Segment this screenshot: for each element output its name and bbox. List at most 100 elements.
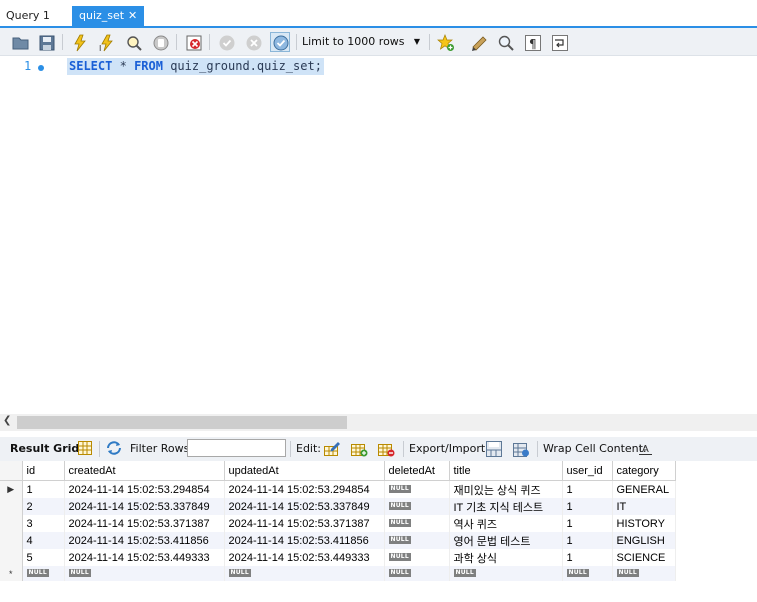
- new-row[interactable]: * NULL NULL NULL NULL NULL NULL NULL: [0, 566, 676, 581]
- editor-horizontal-scrollbar[interactable]: ❮: [0, 414, 757, 431]
- current-row-arrow-icon[interactable]: ▶: [0, 480, 23, 498]
- new-cell-category[interactable]: NULL: [612, 566, 676, 581]
- filter-rows-input[interactable]: [187, 439, 286, 457]
- cell-title[interactable]: IT 기초 지식 테스트: [449, 498, 563, 515]
- wrap-cell-icon[interactable]: IA: [638, 440, 656, 458]
- toolbar-separator: [296, 34, 297, 50]
- cell-user-id[interactable]: 1: [562, 549, 613, 566]
- row-marker[interactable]: [0, 498, 23, 515]
- cell-updatedat[interactable]: 2024-11-14 15:02:53.371387: [224, 515, 385, 532]
- new-cell-title[interactable]: NULL: [449, 566, 563, 581]
- svg-text:¶: ¶: [529, 37, 537, 51]
- column-header-deletedat[interactable]: deletedAt: [384, 461, 450, 481]
- column-header-id[interactable]: id: [22, 461, 65, 481]
- column-header-title[interactable]: title: [449, 461, 563, 481]
- cell-category[interactable]: HISTORY: [612, 515, 676, 532]
- cell-id[interactable]: 5: [22, 549, 65, 566]
- limit-rows-select[interactable]: Limit to 1000 rows ▼: [302, 34, 424, 50]
- column-header-updatedat[interactable]: updatedAt: [224, 461, 385, 481]
- cell-createdat[interactable]: 2024-11-14 15:02:53.449333: [64, 549, 225, 566]
- new-cell-deletedat[interactable]: NULL: [384, 566, 450, 581]
- execute-current-icon[interactable]: I: [96, 32, 116, 52]
- toggle-continue-icon[interactable]: [183, 32, 203, 52]
- edit-row-icon[interactable]: [323, 440, 341, 458]
- cell-deletedat[interactable]: NULL: [384, 480, 450, 498]
- cell-id[interactable]: 1: [22, 480, 65, 498]
- sql-query-text[interactable]: SELECT * FROM quiz_ground.quiz_set;: [67, 58, 324, 75]
- save-icon[interactable]: [36, 32, 56, 52]
- find-icon[interactable]: [495, 32, 515, 52]
- autocommit-icon[interactable]: [270, 32, 290, 52]
- cell-category[interactable]: ENGLISH: [612, 532, 676, 549]
- grid-icon[interactable]: [77, 440, 95, 458]
- cell-createdat[interactable]: 2024-11-14 15:02:53.294854: [64, 480, 225, 498]
- delete-row-icon[interactable]: [377, 440, 395, 458]
- cell-category[interactable]: IT: [612, 498, 676, 515]
- cell-updatedat[interactable]: 2024-11-14 15:02:53.294854: [224, 480, 385, 498]
- rollback-icon[interactable]: [243, 32, 263, 52]
- cell-user-id[interactable]: 1: [562, 532, 613, 549]
- tab-query-1[interactable]: Query 1: [0, 6, 56, 28]
- insert-row-icon[interactable]: [350, 440, 368, 458]
- cell-deletedat[interactable]: NULL: [384, 498, 450, 515]
- cell-id[interactable]: 3: [22, 515, 65, 532]
- commit-icon[interactable]: [216, 32, 236, 52]
- new-cell-createdat[interactable]: NULL: [64, 566, 225, 581]
- invisible-chars-icon[interactable]: ¶: [522, 32, 542, 52]
- column-header-createdat[interactable]: createdAt: [64, 461, 225, 481]
- import-icon[interactable]: [512, 440, 530, 458]
- table-row[interactable]: 4 2024-11-14 15:02:53.411856 2024-11-14 …: [0, 532, 676, 549]
- row-marker[interactable]: [0, 549, 23, 566]
- cell-updatedat[interactable]: 2024-11-14 15:02:53.449333: [224, 549, 385, 566]
- cell-id[interactable]: 2: [22, 498, 65, 515]
- cell-updatedat[interactable]: 2024-11-14 15:02:53.337849: [224, 498, 385, 515]
- row-marker[interactable]: [0, 515, 23, 532]
- new-cell-updatedat[interactable]: NULL: [224, 566, 385, 581]
- cell-createdat[interactable]: 2024-11-14 15:02:53.337849: [64, 498, 225, 515]
- null-badge: NULL: [388, 568, 411, 577]
- wrap-icon[interactable]: [549, 32, 569, 52]
- beautify-icon[interactable]: [469, 32, 489, 52]
- scroll-left-icon[interactable]: ❮: [3, 415, 11, 426]
- refresh-icon[interactable]: [106, 440, 124, 458]
- explain-icon[interactable]: [123, 32, 143, 52]
- result-grid: id createdAt updatedAt deletedAt title u…: [0, 461, 757, 602]
- table-row[interactable]: 3 2024-11-14 15:02:53.371387 2024-11-14 …: [0, 515, 676, 532]
- sql-editor[interactable]: 1 SELECT * FROM quiz_ground.quiz_set;: [0, 56, 757, 414]
- cell-deletedat[interactable]: NULL: [384, 549, 450, 566]
- execute-icon[interactable]: [69, 32, 89, 52]
- column-header-user-id[interactable]: user_id: [562, 461, 613, 481]
- result-grid-tab[interactable]: Result Grid: [10, 442, 79, 456]
- cell-category[interactable]: GENERAL: [612, 480, 676, 498]
- cell-deletedat[interactable]: NULL: [384, 515, 450, 532]
- add-snippet-icon[interactable]: [435, 32, 455, 52]
- table-row[interactable]: ▶ 1 2024-11-14 15:02:53.294854 2024-11-1…: [0, 480, 676, 498]
- cell-user-id[interactable]: 1: [562, 480, 613, 498]
- cell-category[interactable]: SCIENCE: [612, 549, 676, 566]
- table-row[interactable]: 5 2024-11-14 15:02:53.449333 2024-11-14 …: [0, 549, 676, 566]
- table-reference: quiz_ground.quiz_set;: [170, 59, 322, 73]
- row-marker[interactable]: [0, 532, 23, 549]
- cell-updatedat[interactable]: 2024-11-14 15:02:53.411856: [224, 532, 385, 549]
- new-cell-user-id[interactable]: NULL: [562, 566, 613, 581]
- cell-user-id[interactable]: 1: [562, 515, 613, 532]
- scrollbar-thumb[interactable]: [17, 416, 347, 429]
- export-icon[interactable]: [485, 440, 503, 458]
- column-header-category[interactable]: category: [612, 461, 676, 481]
- cell-deletedat[interactable]: NULL: [384, 532, 450, 549]
- cell-createdat[interactable]: 2024-11-14 15:02:53.371387: [64, 515, 225, 532]
- cell-title[interactable]: 재미있는 상식 퀴즈: [449, 480, 563, 498]
- cell-user-id[interactable]: 1: [562, 498, 613, 515]
- cell-title[interactable]: 역사 퀴즈: [449, 515, 563, 532]
- cell-title[interactable]: 과학 상식: [449, 549, 563, 566]
- stop-icon[interactable]: [150, 32, 170, 52]
- new-cell-id[interactable]: NULL: [22, 566, 65, 581]
- cell-title[interactable]: 영어 문법 테스트: [449, 532, 563, 549]
- close-icon[interactable]: ✕: [128, 6, 137, 26]
- edit-label: Edit:: [296, 442, 322, 455]
- tab-quiz-set[interactable]: quiz_set ✕: [72, 6, 144, 28]
- table-row[interactable]: 2 2024-11-14 15:02:53.337849 2024-11-14 …: [0, 498, 676, 515]
- cell-createdat[interactable]: 2024-11-14 15:02:53.411856: [64, 532, 225, 549]
- cell-id[interactable]: 4: [22, 532, 65, 549]
- open-folder-icon[interactable]: [10, 32, 30, 52]
